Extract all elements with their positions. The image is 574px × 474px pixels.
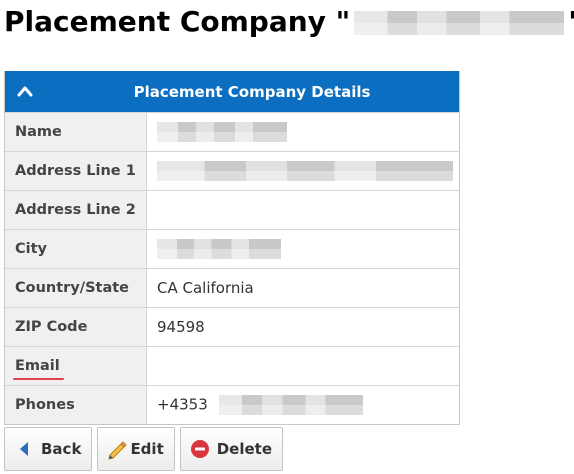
row-name: Name [5,112,459,152]
edit-button-label: Edit [130,440,164,458]
details-table: Name Address Line 1 Address Line 2 City … [5,112,459,424]
delete-button-label: Delete [216,440,273,458]
label-address-line-1: Address Line 1 [5,151,147,191]
label-city: City [5,229,147,269]
redacted-address [157,161,453,181]
value-name [146,112,459,152]
redacted-name [157,122,287,142]
panel-header: Placement Company Details [5,71,459,112]
value-address-line-2 [146,190,459,230]
value-zip-code: 94598 [146,307,459,347]
delete-button[interactable]: Delete [179,427,284,471]
pencil-icon [106,438,128,460]
action-bar: Back Edit Delete [4,427,284,471]
label-country-state: Country/State [5,268,147,308]
value-email [146,346,459,386]
row-address-line-2: Address Line 2 [5,190,459,230]
back-button-label: Back [41,440,82,458]
back-button[interactable]: Back [4,427,93,471]
redacted-company-name [354,11,565,35]
panel-title: Placement Company Details [133,83,371,101]
edit-button[interactable]: Edit [97,427,175,471]
value-country-state: CA California [146,268,459,308]
value-phones: +4353 [146,385,459,424]
label-zip-code: ZIP Code [5,307,147,347]
minus-circle-icon [189,438,211,460]
email-label-text: Email [13,358,64,380]
row-city: City [5,229,459,269]
row-phones: Phones +4353 [5,385,459,424]
value-address-line-1 [146,151,459,191]
phone-prefix: +4353 [157,395,208,414]
page-title-suffix: " [568,5,574,38]
back-arrow-icon [13,438,35,460]
row-email: Email [5,346,459,386]
label-address-line-2: Address Line 2 [5,190,147,230]
row-country-state: Country/State CA California [5,268,459,308]
redacted-city [157,239,281,259]
label-phones: Phones [5,385,147,424]
chevron-up-icon[interactable] [17,83,33,99]
label-email: Email [5,346,147,386]
row-address-line-1: Address Line 1 [5,151,459,191]
redacted-phone [218,395,363,415]
value-city [146,229,459,269]
row-zip-code: ZIP Code 94598 [5,307,459,347]
label-name: Name [5,112,147,152]
details-panel: Placement Company Details Name Address L… [4,71,460,425]
page-title-prefix: Placement Company " [4,5,351,38]
page-title: Placement Company " " [4,2,574,42]
